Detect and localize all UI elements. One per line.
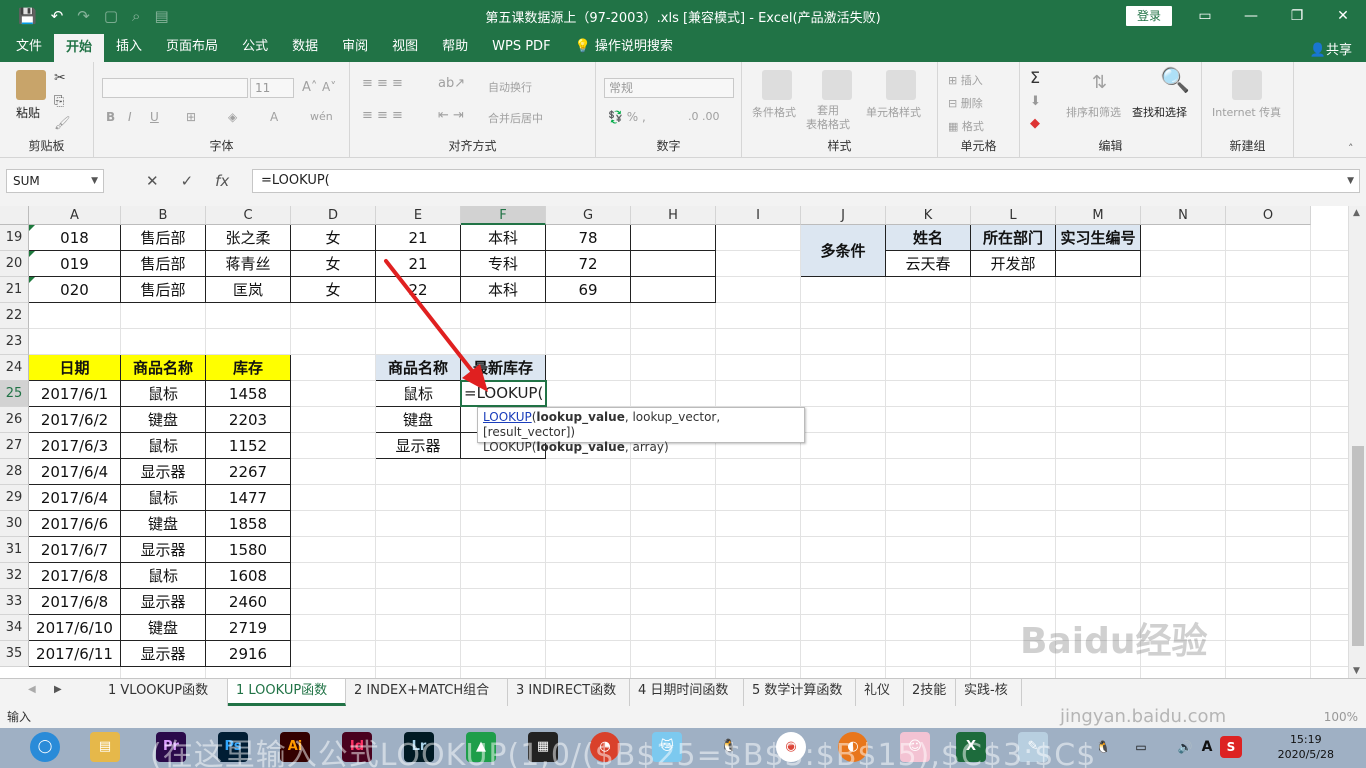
sheet-tab[interactable]: 2 INDEX+MATCH组合 — [346, 679, 508, 706]
sheet-tab[interactable]: 实践-核 — [956, 679, 1022, 706]
scroll-up-icon[interactable]: ▲ — [1353, 208, 1360, 218]
tray-volume-icon[interactable]: 🔊 — [1176, 732, 1194, 762]
instruction-overlay: (在这里输入公式LOOKUP(1,0/($B$25=$B$3:$B$15),$C… — [150, 738, 1097, 768]
browser-icon[interactable]: ◯ — [30, 732, 60, 762]
sheet-tab[interactable]: 1 VLOOKUP函数 — [100, 679, 228, 706]
baidu-watermark: Baidu经验 — [1020, 621, 1208, 662]
file-explorer-icon[interactable]: ▤ — [90, 732, 120, 762]
status-mode: 输入 — [7, 710, 32, 724]
vertical-scrollbar[interactable]: ▲ ▼ — [1348, 206, 1366, 678]
sheet-tabs: ◀ ▶ 1 VLOOKUP函数 1 LOOKUP函数 2 INDEX+MATCH组合… — [0, 678, 1366, 706]
sheet-tab[interactable]: 2技能 — [904, 679, 956, 706]
clock[interactable]: 15:19 2020/5/28 — [1278, 732, 1334, 762]
tray-ime-icon[interactable]: A — [1198, 732, 1216, 762]
clock-date: 2020/5/28 — [1277, 748, 1334, 761]
tab-prev-icon[interactable]: ◀ — [28, 684, 36, 695]
taskbar: ◯ ▤ Pr Ps Ai Id Lr ▲ ▦ ◔ 🐱 🐧 ◉ ◐ ☺ X ✎ (… — [0, 728, 1366, 768]
zoom-level[interactable]: 100% — [1324, 706, 1358, 728]
clock-time: 15:19 — [1289, 733, 1322, 746]
tray-qq-icon[interactable]: 🐧 — [1094, 732, 1112, 762]
sheet-tab[interactable]: 礼仪 — [856, 679, 904, 706]
sheet-tab[interactable]: 3 INDIRECT函数 — [508, 679, 630, 706]
tray-sogou-icon[interactable]: S — [1220, 736, 1242, 758]
tab-next-icon[interactable]: ▶ — [54, 684, 62, 695]
scroll-down-icon[interactable]: ▼ — [1353, 666, 1360, 676]
sheet-tab[interactable]: 4 日期时间函数 — [630, 679, 744, 706]
baidu-url-watermark: jingyan.baidu.com — [1060, 706, 1227, 727]
vertical-scroll-thumb[interactable] — [1352, 446, 1364, 646]
sheet-tab[interactable]: 5 数学计算函数 — [744, 679, 856, 706]
tray-battery-icon[interactable]: ▭ — [1132, 732, 1150, 762]
sheet-tab[interactable]: 1 LOOKUP函数 — [228, 679, 346, 706]
